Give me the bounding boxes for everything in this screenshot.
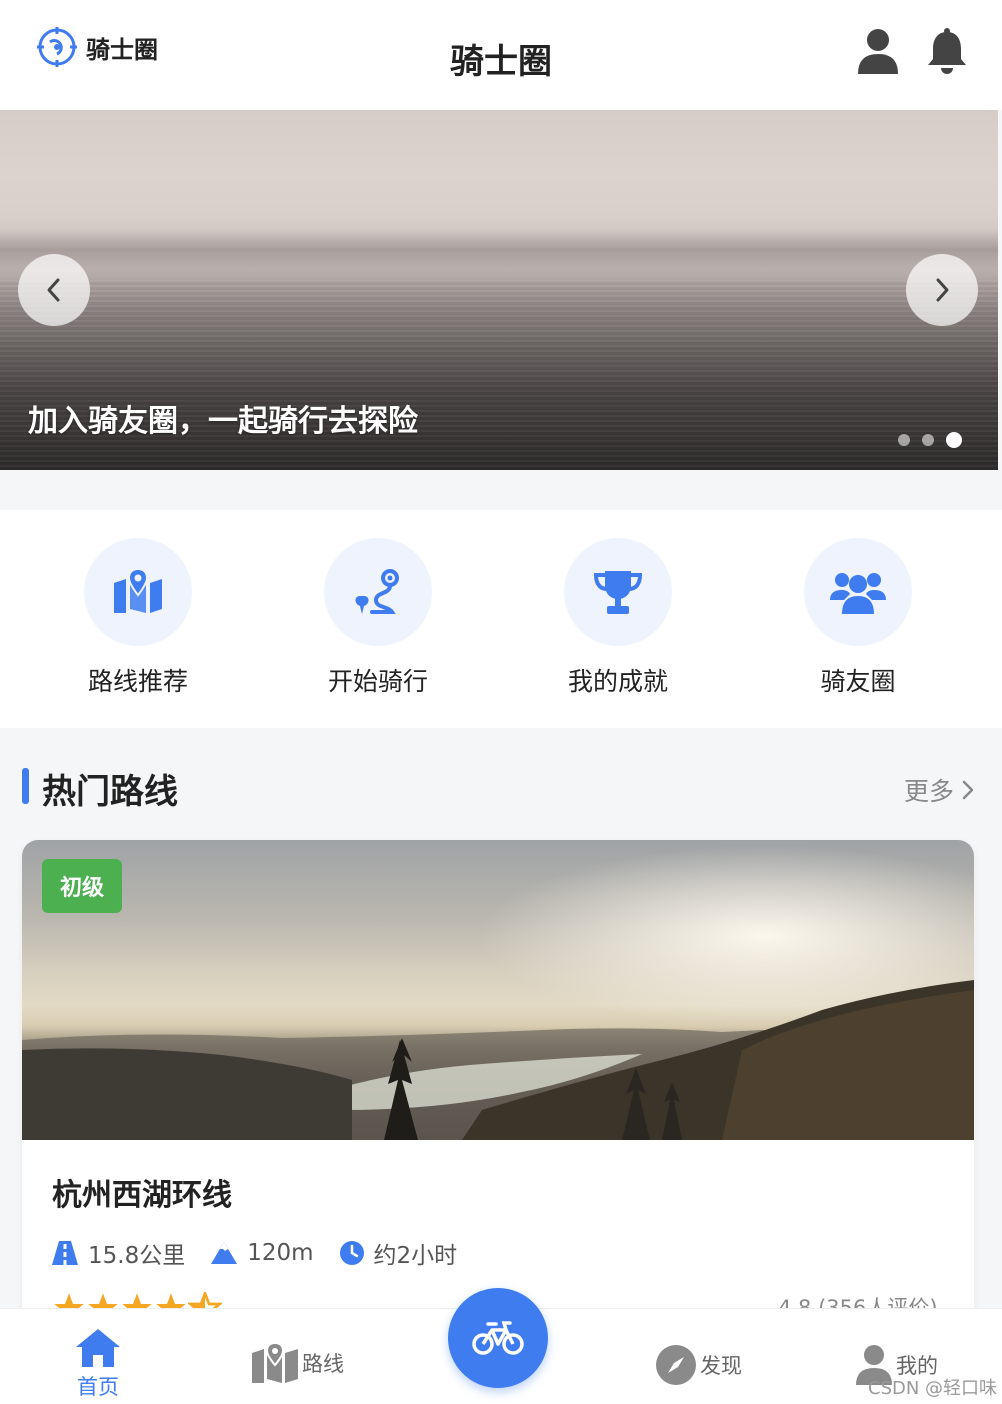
route-duration: 约2小时 [339, 1236, 458, 1270]
start-ride-fab[interactable] [448, 1288, 548, 1388]
more-label: 更多 [904, 777, 955, 806]
bell-icon [928, 28, 966, 74]
road-icon [52, 1241, 78, 1265]
tab-routes-label: 路线 [302, 1352, 344, 1376]
clock-icon [339, 1241, 364, 1265]
app-page: 骑士圈 骑士圈 加入骑友圈，一起骑行去探险 路线推荐 开始骑行 我的成就 骑友圈… [0, 0, 1002, 1404]
carousel-dot[interactable] [922, 434, 934, 446]
carousel-next-button[interactable] [906, 254, 978, 326]
section-accent-bar [22, 768, 29, 804]
route-name: 杭州西湖环线 [52, 1178, 232, 1213]
level-badge: 初级 [42, 859, 122, 913]
route-elevation: 120m [211, 1240, 314, 1266]
tab-home[interactable]: 首页 [74, 1327, 122, 1401]
compass-icon [656, 1345, 696, 1385]
carousel-dot[interactable] [898, 434, 910, 446]
tab-routes[interactable]: 路线 [252, 1343, 344, 1383]
tab-discover[interactable]: 发现 [656, 1345, 742, 1385]
notification-button[interactable] [926, 28, 968, 76]
banner-fog [0, 230, 998, 270]
quick-icon-circle [324, 538, 432, 646]
quick-menu: 路线推荐 开始骑行 我的成就 骑友圈 [0, 510, 1002, 728]
distance-text: 15.8公里 [88, 1243, 186, 1269]
route-icon [355, 569, 399, 614]
profile-button[interactable] [856, 28, 900, 74]
mountain-icon [211, 1242, 238, 1264]
quick-icon-circle [564, 538, 672, 646]
page-title: 骑士圈 [450, 42, 552, 82]
chevron-right-icon [962, 780, 974, 800]
route-stats: 15.8公里 120m 约2小时 [52, 1236, 483, 1270]
top-header: 骑士圈 骑士圈 [0, 0, 1002, 110]
bicycle-icon [472, 1321, 524, 1355]
elevation-text: 120m [247, 1240, 314, 1266]
route-card[interactable]: 初级 杭州西湖环线 15.8公里 120m 约2小时 [22, 840, 974, 1340]
chevron-left-icon [47, 278, 60, 302]
users-icon [830, 573, 886, 614]
banner-water [0, 280, 998, 470]
chevron-right-icon [936, 278, 949, 302]
home-icon [76, 1329, 120, 1367]
quick-icon-circle [804, 538, 912, 646]
quick-item-route-recommend[interactable]: 路线推荐 [58, 538, 218, 698]
watermark-text: CSDN @轻口味 [868, 1378, 998, 1399]
hot-routes-header: 热门路线 更多 [0, 760, 1002, 820]
route-photo: 初级 [22, 840, 974, 1140]
tab-home-label: 首页 [77, 1375, 119, 1399]
landscape-illustration [22, 840, 974, 1140]
user-icon [858, 29, 898, 74]
quick-item-label: 开始骑行 [327, 667, 428, 696]
section-title: 热门路线 [42, 772, 178, 812]
quick-item-label: 路线推荐 [87, 667, 188, 696]
banner-caption: 加入骑友圈，一起骑行去探险 [28, 404, 418, 439]
tab-discover-label: 发现 [700, 1354, 742, 1378]
quick-icon-circle [84, 538, 192, 646]
quick-item-label: 骑友圈 [820, 667, 896, 696]
quick-item-start-ride[interactable]: 开始骑行 [298, 538, 458, 698]
route-distance: 15.8公里 [52, 1236, 185, 1270]
quick-item-rider-circle[interactable]: 骑友圈 [778, 538, 938, 698]
trophy-icon [593, 571, 643, 614]
quick-item-label: 我的成就 [567, 667, 668, 696]
duration-text: 约2小时 [373, 1243, 458, 1269]
carousel-dot-active[interactable] [946, 432, 962, 448]
more-link[interactable]: 更多 [904, 772, 976, 808]
carousel-indicators [898, 432, 962, 448]
map-icon [252, 1343, 298, 1383]
map-marker-icon [114, 569, 162, 613]
quick-item-achievements[interactable]: 我的成就 [538, 538, 698, 698]
hero-carousel[interactable]: 加入骑友圈，一起骑行去探险 [0, 110, 998, 470]
carousel-prev-button[interactable] [18, 254, 90, 326]
